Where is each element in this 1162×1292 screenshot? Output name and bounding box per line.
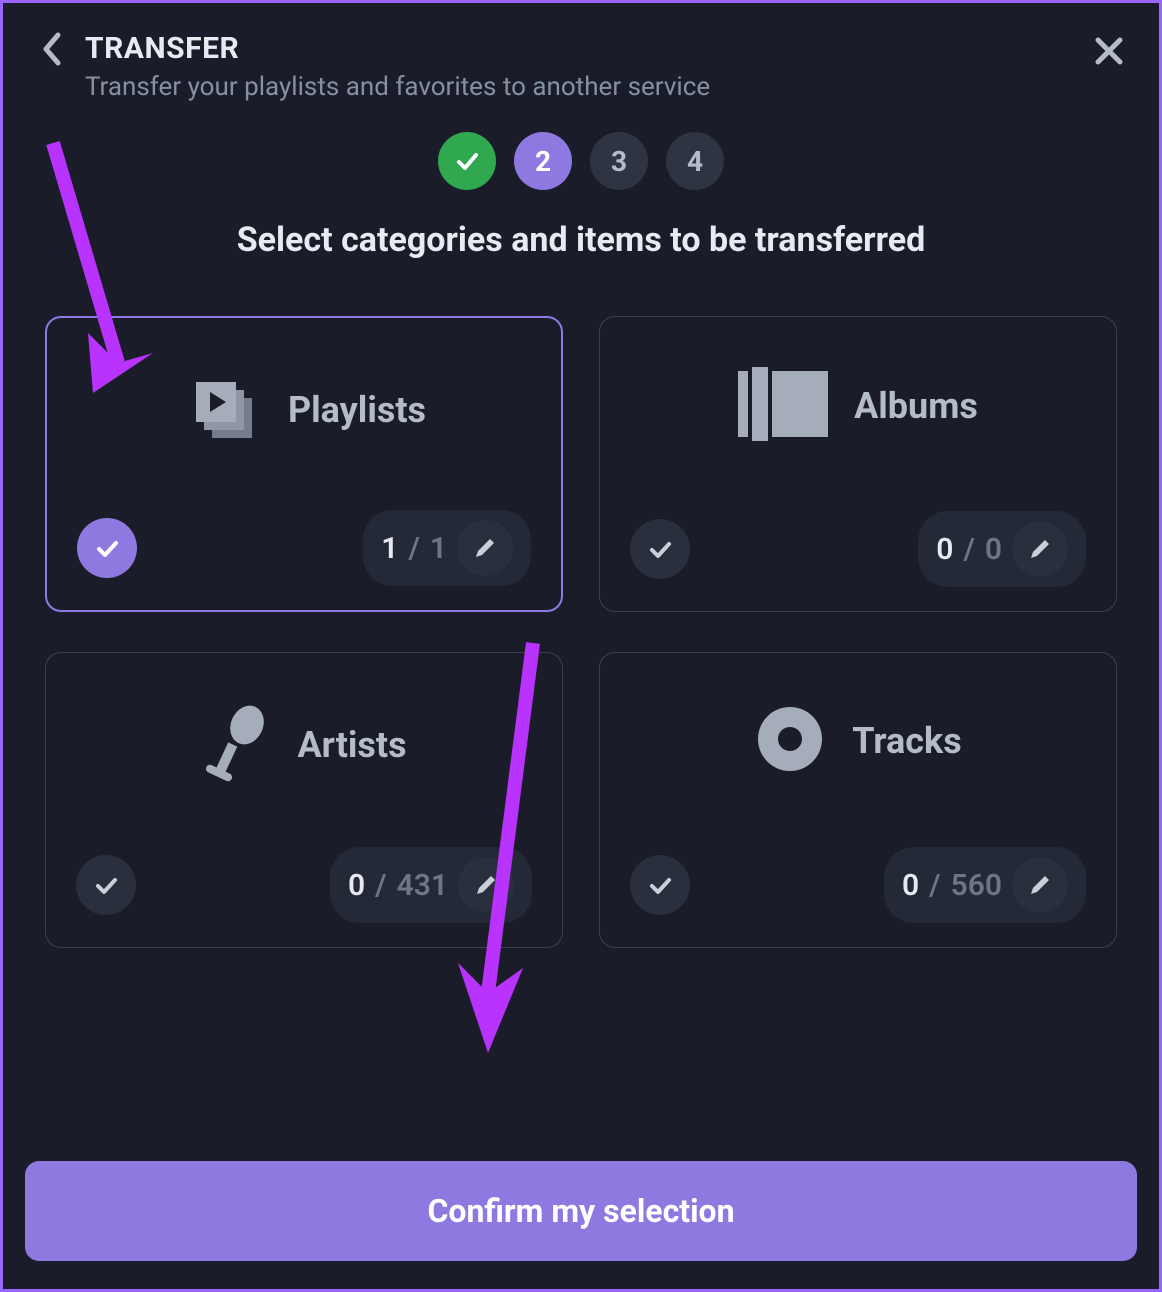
card-label: Artists <box>297 724 406 766</box>
select-toggle-playlists[interactable] <box>77 518 137 578</box>
step-4: 4 <box>666 132 724 190</box>
select-toggle-artists[interactable] <box>76 855 136 915</box>
count-pill-albums: 0 / 0 <box>918 511 1086 587</box>
pencil-icon <box>472 535 498 561</box>
count-pill-playlists: 1 / 1 <box>363 510 531 586</box>
pencil-icon <box>1027 872 1053 898</box>
step-2: 2 <box>514 132 572 190</box>
pencil-icon <box>1027 536 1053 562</box>
card-albums[interactable]: Albums 0 / 0 <box>599 316 1117 612</box>
selected-count: 0 <box>936 532 953 567</box>
check-icon <box>646 871 674 899</box>
tracks-icon <box>754 703 826 779</box>
select-toggle-albums[interactable] <box>630 519 690 579</box>
card-label: Playlists <box>288 389 426 431</box>
card-tracks[interactable]: Tracks 0 / 560 <box>599 652 1117 948</box>
edit-button-tracks[interactable] <box>1012 857 1068 913</box>
edit-button-playlists[interactable] <box>457 520 513 576</box>
section-title: Select categories and items to be transf… <box>3 220 1159 260</box>
category-grid: Playlists 1 / 1 <box>3 260 1159 948</box>
close-icon <box>1094 36 1124 66</box>
chevron-left-icon <box>40 31 62 67</box>
count-pill-tracks: 0 / 560 <box>884 847 1086 923</box>
total-count: 1 <box>430 531 447 566</box>
card-label: Tracks <box>852 720 961 762</box>
check-icon <box>453 147 481 175</box>
edit-button-albums[interactable] <box>1012 521 1068 577</box>
artists-icon <box>201 703 271 787</box>
edit-button-artists[interactable] <box>458 857 514 913</box>
selected-count: 0 <box>902 868 919 903</box>
confirm-label: Confirm my selection <box>427 1192 734 1230</box>
check-icon <box>92 871 120 899</box>
confirm-button[interactable]: Confirm my selection <box>25 1161 1137 1261</box>
step-3: 3 <box>590 132 648 190</box>
total-count: 0 <box>985 532 1002 567</box>
header: TRANSFER Transfer your playlists and fav… <box>3 3 1159 114</box>
check-icon <box>93 534 121 562</box>
playlists-icon <box>182 368 262 452</box>
close-button[interactable] <box>1091 33 1127 69</box>
card-label: Albums <box>854 385 978 427</box>
count-pill-artists: 0 / 431 <box>330 847 532 923</box>
check-icon <box>646 535 674 563</box>
header-text: TRANSFER Transfer your playlists and fav… <box>85 31 1091 102</box>
step-1 <box>438 132 496 190</box>
page-subtitle: Transfer your playlists and favorites to… <box>85 72 1091 102</box>
pencil-icon <box>473 872 499 898</box>
card-artists[interactable]: Artists 0 / 431 <box>45 652 563 948</box>
selected-count: 0 <box>348 868 365 903</box>
selected-count: 1 <box>381 531 398 566</box>
total-count: 431 <box>397 868 448 903</box>
card-playlists[interactable]: Playlists 1 / 1 <box>45 316 563 612</box>
back-button[interactable] <box>35 33 67 65</box>
albums-icon <box>738 367 828 445</box>
total-count: 560 <box>951 868 1002 903</box>
stepper: 2 3 4 <box>3 132 1159 190</box>
select-toggle-tracks[interactable] <box>630 855 690 915</box>
page-title: TRANSFER <box>85 31 1091 66</box>
